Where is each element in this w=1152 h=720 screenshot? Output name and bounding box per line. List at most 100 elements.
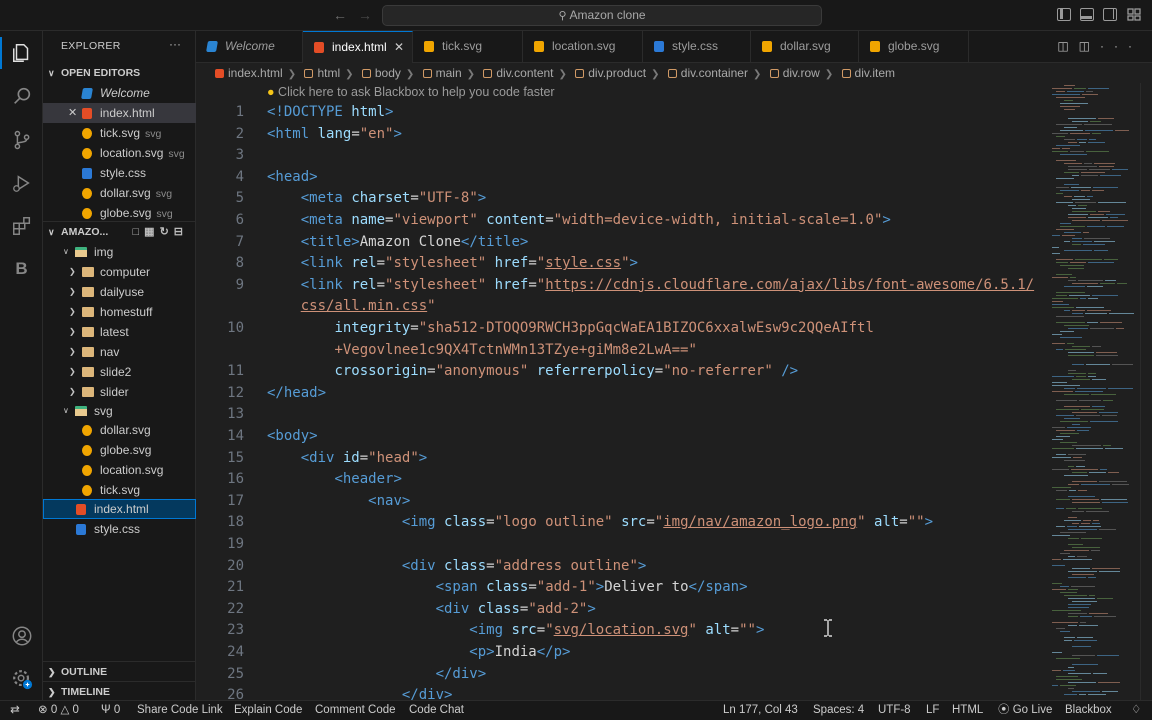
- tree-folder-homestuff[interactable]: ❯ homestuff: [43, 302, 196, 322]
- code-line[interactable]: 12 </head>: [196, 382, 1056, 404]
- tree-folder-dailyuse[interactable]: ❯ dailyuse: [43, 282, 196, 302]
- code-line[interactable]: 24 <p>India</p>: [196, 641, 1056, 663]
- explorer-icon[interactable]: [0, 33, 43, 73]
- search-icon[interactable]: [0, 76, 43, 116]
- share-code-link-button[interactable]: Share Code Link: [137, 701, 223, 720]
- more-actions-icon[interactable]: ···: [1100, 39, 1142, 53]
- command-center-search[interactable]: ⚲ Amazon clone: [382, 5, 822, 26]
- outline-section[interactable]: ❯ OUTLINE: [43, 661, 196, 681]
- tab-dollar-svg[interactable]: dollar.svg: [751, 31, 859, 63]
- customize-layout-icon[interactable]: [1127, 8, 1141, 21]
- editor-scrollbar[interactable]: [1140, 83, 1152, 700]
- code-line[interactable]: +Vegovlnee1c9QX4TctnWMn13TZye+giMm8e2LwA…: [196, 339, 1056, 361]
- tree-file-style-css[interactable]: style.css: [43, 519, 196, 539]
- code-line[interactable]: 11 crossorigin="anonymous" referrerpolic…: [196, 360, 1056, 382]
- close-icon[interactable]: ✕: [394, 32, 404, 63]
- code-line[interactable]: 10 integrity="sha512-DTOQO9RWCH3ppGqcWaE…: [196, 317, 1056, 339]
- new-file-icon[interactable]: □: [133, 226, 145, 238]
- problems-indicator[interactable]: ⊗ 0 △ 0: [38, 701, 79, 720]
- code-line[interactable]: 1 <!DOCTYPE html>: [196, 101, 1056, 123]
- source-control-icon[interactable]: [0, 120, 43, 160]
- close-icon[interactable]: ✕: [68, 103, 77, 123]
- back-arrow-icon[interactable]: ←: [333, 7, 347, 23]
- tree-file-tick-svg[interactable]: tick.svg: [43, 480, 196, 500]
- open-editor-globe-svg[interactable]: globe.svg svg: [43, 203, 196, 223]
- notifications-bell-icon[interactable]: ♢: [1131, 701, 1141, 720]
- code-line[interactable]: 5 <meta charset="UTF-8">: [196, 187, 1056, 209]
- code-line[interactable]: 4 <head>: [196, 166, 1056, 188]
- tree-folder-svg[interactable]: ∨ svg: [43, 401, 196, 421]
- code-line[interactable]: 20 <div class="address outline">: [196, 555, 1056, 577]
- toggle-primary-sidebar-icon[interactable]: [1057, 8, 1071, 21]
- code-line[interactable]: 23 <img src="svg/location.svg" alt="">: [196, 619, 1056, 641]
- code-line[interactable]: 16 <header>: [196, 468, 1056, 490]
- code-line[interactable]: 6 <meta name="viewport" content="width=d…: [196, 209, 1056, 231]
- code-line[interactable]: 26 </div>: [196, 684, 1056, 700]
- breadcrumb-item[interactable]: html: [304, 63, 340, 83]
- tab-style-css[interactable]: style.css: [643, 31, 751, 63]
- encoding[interactable]: UTF-8: [878, 701, 911, 720]
- code-line[interactable]: 3: [196, 144, 1056, 166]
- tree-folder-img[interactable]: ∨ img: [43, 242, 196, 262]
- explain-code-button[interactable]: Explain Code: [234, 701, 302, 720]
- tree-file-globe-svg[interactable]: globe.svg: [43, 440, 196, 460]
- tree-folder-latest[interactable]: ❯ latest: [43, 322, 196, 342]
- minimap[interactable]: [1052, 83, 1140, 700]
- code-line[interactable]: 25 </div>: [196, 663, 1056, 685]
- breadcrumb-item[interactable]: main: [422, 63, 462, 83]
- tree-folder-computer[interactable]: ❯ computer: [43, 262, 196, 282]
- tree-folder-nav[interactable]: ❯ nav: [43, 342, 196, 362]
- tab-tick-svg[interactable]: tick.svg: [413, 31, 523, 63]
- open-editor-index-html[interactable]: ✕ index.html: [43, 103, 196, 123]
- run-and-debug-icon[interactable]: [0, 163, 43, 203]
- breadcrumb-item[interactable]: body: [361, 63, 401, 83]
- code-line[interactable]: 7 <title>Amazon Clone</title>: [196, 231, 1056, 253]
- extensions-icon[interactable]: [0, 206, 43, 246]
- timeline-section[interactable]: ❯ TIMELINE: [43, 681, 196, 701]
- forward-arrow-icon[interactable]: →: [358, 7, 372, 23]
- new-folder-icon[interactable]: ▦: [144, 226, 159, 238]
- end-of-line[interactable]: LF: [926, 701, 939, 720]
- blackbox-status[interactable]: Blackbox: [1065, 701, 1112, 720]
- code-line[interactable]: css/all.min.css": [196, 295, 1056, 317]
- account-icon[interactable]: [0, 616, 43, 656]
- refresh-icon[interactable]: ↻: [160, 226, 174, 238]
- tree-file-dollar-svg[interactable]: dollar.svg: [43, 420, 196, 440]
- blackbox-icon[interactable]: B: [0, 249, 43, 289]
- code-line[interactable]: 18 <img class="logo outline" src="img/na…: [196, 511, 1056, 533]
- code-line[interactable]: 13: [196, 403, 1056, 425]
- cursor-position[interactable]: Ln 177, Col 43: [723, 701, 798, 720]
- ports-indicator[interactable]: Ψ 0: [101, 701, 120, 720]
- code-line[interactable]: 21 <span class="add-1">Deliver to</span>: [196, 576, 1056, 598]
- tree-folder-slide2[interactable]: ❯ slide2: [43, 362, 196, 382]
- code-line[interactable]: 8 <link rel="stylesheet" href="style.css…: [196, 252, 1056, 274]
- tab-location-svg[interactable]: location.svg: [523, 31, 643, 63]
- collapse-all-icon[interactable]: ⊟: [174, 226, 188, 238]
- tab-index-html[interactable]: index.html ✕: [303, 31, 413, 63]
- open-preview-icon[interactable]: ◫: [1057, 39, 1078, 53]
- code-line[interactable]: 17 <nav>: [196, 490, 1056, 512]
- code-line[interactable]: 2 <html lang="en">: [196, 123, 1056, 145]
- remote-indicator-icon[interactable]: ⇄: [0, 701, 30, 720]
- open-editor-dollar-svg[interactable]: dollar.svg svg: [43, 183, 196, 203]
- indentation[interactable]: Spaces: 4: [813, 701, 864, 720]
- split-editor-icon[interactable]: ◫: [1079, 39, 1100, 53]
- breadcrumb-item[interactable]: div.product: [575, 63, 646, 83]
- settings-gear-icon[interactable]: [0, 659, 43, 699]
- go-live-button[interactable]: ⦿ Go Live: [998, 701, 1052, 720]
- language-mode[interactable]: HTML: [952, 701, 983, 720]
- breadcrumb-item[interactable]: div.content: [483, 63, 554, 83]
- tree-file-index-html[interactable]: index.html: [43, 499, 196, 519]
- breadcrumb-item[interactable]: div.row: [769, 63, 820, 83]
- breadcrumb-item[interactable]: div.item: [841, 63, 895, 83]
- toggle-panel-icon[interactable]: [1080, 8, 1094, 21]
- workspace-section[interactable]: ∨ AMAZO... □▦↻⊟: [43, 221, 196, 241]
- toggle-secondary-sidebar-icon[interactable]: [1103, 8, 1117, 21]
- code-line[interactable]: 14 <body>: [196, 425, 1056, 447]
- code-editor[interactable]: ● Click here to ask Blackbox to help you…: [196, 83, 1152, 700]
- open-editor-tick-svg[interactable]: tick.svg svg: [43, 123, 196, 143]
- open-editor-welcome[interactable]: Welcome: [43, 83, 196, 103]
- code-line[interactable]: 15 <div id="head">: [196, 447, 1056, 469]
- open-editor-location-svg[interactable]: location.svg svg: [43, 143, 196, 163]
- tree-folder-slider[interactable]: ❯ slider: [43, 382, 196, 402]
